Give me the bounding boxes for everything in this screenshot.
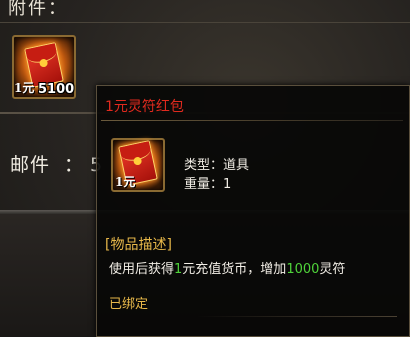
desc-text: 元充值货币，增加	[182, 262, 287, 277]
item-badge: 1元	[115, 175, 136, 189]
item-badge: 1元	[14, 81, 35, 95]
tooltip-title: 1元灵符红包	[105, 99, 184, 115]
type-value: 道具	[223, 158, 250, 173]
mail-row: 邮件：5	[10, 150, 103, 177]
item-info: 类型：道具 重量：1	[184, 156, 249, 194]
weight-value: 1	[223, 177, 232, 192]
divider	[0, 22, 410, 23]
description-text: 使用后获得1元充值货币，增加1000灵符	[109, 258, 345, 277]
mail-colon: ：	[64, 154, 85, 176]
attachment-label: 附件：	[8, 0, 68, 19]
weight-label: 重量：	[184, 177, 224, 192]
type-label: 类型：	[184, 158, 224, 173]
tooltip-item-icon: 1元	[111, 138, 165, 192]
mail-label: 邮件	[10, 154, 51, 176]
item-type-row: 类型：道具	[184, 156, 249, 175]
item-weight-row: 重量：1	[184, 175, 249, 194]
desc-text: 使用后获得	[109, 262, 175, 277]
desc-text: 灵符	[319, 262, 346, 277]
item-tooltip: 1元灵符红包 1元 类型：道具 重量：1 [物品描述] 使用后获得1元充值货币，…	[96, 85, 410, 337]
game-ui: 附件： 1元 5100 邮件：5 1元灵符红包 1元 类型：道具 重量：1 [物…	[0, 0, 410, 337]
bound-status: 已绑定	[109, 297, 149, 312]
attachment-item-slot[interactable]: 1元 5100	[12, 35, 76, 99]
desc-highlight: 1000	[286, 262, 320, 277]
divider	[197, 316, 397, 317]
item-count: 5100	[38, 82, 75, 97]
description-header: [物品描述]	[105, 237, 172, 253]
divider	[101, 120, 403, 121]
